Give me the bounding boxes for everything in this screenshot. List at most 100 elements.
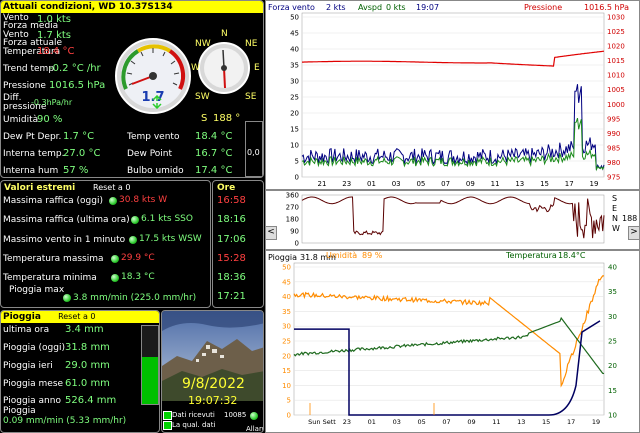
rain-y-tick-label: 0 — [287, 412, 291, 420]
trend-arrows-icon — [152, 95, 162, 109]
wet-bulb-value: 17.4 °C — [195, 165, 233, 176]
wind-pressure-chart-panel: Forza vento 2 kts Avspd 0 kts 19:07 Pres… — [265, 0, 640, 190]
pressure-y-tick-label: 980 — [607, 159, 620, 167]
rain-y-tick-label: 5 — [287, 397, 291, 405]
pressure-y-tick-label: 1025 — [607, 28, 625, 36]
extremes-label-1: Massima raffica (ultima ora) — [3, 215, 130, 225]
temp-trend-value: -0.2 °C /hr — [49, 63, 101, 74]
rain-reset[interactable]: Reset a 0 — [58, 312, 95, 321]
pressure-y-tick-label: 995 — [607, 115, 620, 123]
rain-x-tick-label: 09 — [467, 418, 475, 426]
rain-x-tick-label: 03 — [393, 418, 401, 426]
dir-y-tick-label: 90 — [290, 228, 299, 236]
temp-y-tick-label: 20 — [608, 362, 617, 370]
wind-y-tick-label: 45 — [290, 30, 299, 38]
data-quality-label: La qual. dati — [172, 421, 216, 429]
extremes-reset[interactable]: Reset a 0 — [93, 183, 130, 193]
pressure-y-tick-label: 985 — [607, 144, 620, 152]
direction-chart-panel: 0 90 180 270 360 S E N W 188 — [265, 190, 640, 250]
inside-temp-label: Interna temp. — [3, 149, 65, 159]
rain-title: Pioggia — [3, 312, 41, 322]
rain-label-1: Pioggia (oggi) — [3, 343, 65, 353]
compass-se: SE — [245, 92, 257, 102]
rain-x-tick-label: 19 — [592, 418, 600, 426]
dir-letter-n: N — [612, 214, 618, 223]
nav-right-button[interactable]: > — [628, 226, 640, 240]
wind-x-tick-label: 01 — [367, 180, 376, 188]
current-conditions-panel: Attuali condizioni, WD 10.37S134 Vento F… — [0, 0, 264, 178]
nav-left-button[interactable]: < — [265, 226, 277, 240]
extremes-label-4: Temperatura minima — [3, 273, 97, 283]
rain-level-bar — [141, 325, 159, 405]
wind-x-tick-label: 19 — [590, 180, 599, 188]
wind-y-tick-label: 40 — [290, 46, 299, 54]
data-quality-led — [163, 421, 172, 430]
wind-dir-degrees: 188 ° — [213, 113, 241, 124]
wind-y-tick-label: 5 — [295, 158, 299, 166]
extremes-title: Valori estremi — [4, 183, 76, 193]
rain-value-4: 526.4 mm — [65, 395, 117, 406]
wind-x-tick-label: 23 — [342, 180, 351, 188]
pressure-y-tick-label: 975 — [607, 174, 620, 182]
data-received-count: 10085 — [224, 411, 247, 419]
wind-avg-value: 1.0 kts — [37, 14, 72, 25]
alarm-led[interactable] — [250, 412, 258, 420]
time-0: 16:58 — [217, 195, 246, 206]
dew-point-value: 16.7 °C — [195, 148, 233, 159]
pressure-y-tick-label: 1005 — [607, 86, 625, 94]
wind-y-tick-label: 0 — [295, 174, 299, 182]
wind-x-tick-label: 05 — [416, 180, 425, 188]
inside-hum-label: Interna hum — [3, 166, 59, 176]
wind-current-value: 1.7 kts — [37, 30, 72, 41]
wind-x-tick-label: 07 — [441, 180, 450, 188]
temp-y-tick-label: 35 — [608, 288, 617, 296]
extremes-value-0: 30.8 kts W — [119, 195, 168, 205]
dir-y-tick-label: 270 — [286, 204, 299, 212]
rain-x-tick-label: 23 — [343, 418, 351, 426]
temp-y-tick-label: 10 — [608, 412, 617, 420]
data-received-label: Dati ricevuti — [172, 411, 215, 419]
rain-x-tick-label: 01 — [368, 418, 376, 426]
rain-value-3: 61.0 mm — [65, 378, 110, 389]
extremes-label-5: Pioggia max — [9, 285, 65, 295]
wind-y-tick-label: 25 — [290, 94, 299, 102]
dir-y-tick-label: 180 — [286, 216, 299, 224]
rain-y-tick-label: 35 — [282, 308, 291, 316]
rain-label-4: Pioggia anno — [3, 396, 61, 406]
extremes-value-4: 18.3 °C — [121, 272, 155, 282]
extremes-label-3: Temperatura massima — [3, 254, 104, 264]
rain-value-2: 29.0 mm — [65, 360, 110, 371]
wet-bulb-label: Bulbo umido — [127, 166, 184, 176]
rain-label-0: ultima ora — [3, 325, 50, 335]
time-4: 18:36 — [217, 272, 246, 283]
rain-y-tick-label: 50 — [282, 264, 291, 272]
rain-x-tick-label: Sun Sett — [308, 418, 336, 426]
rain-y-tick-label: 20 — [282, 352, 291, 360]
pressure-y-tick-label: 1010 — [607, 72, 625, 80]
wind-y-tick-label: 35 — [290, 62, 299, 70]
pressure-diff-value: -0.3hPa/hr — [31, 98, 73, 107]
dir-y-tick-label: 360 — [286, 192, 299, 200]
dew-point-label: Dew Point — [127, 149, 173, 159]
time-3: 15:28 — [217, 253, 246, 264]
wind-chill-label: Temp vento — [127, 132, 180, 142]
wind-direction-chart: 0 90 180 270 360 — [286, 192, 605, 248]
rain-x-tick-label: 15 — [542, 418, 550, 426]
inside-hum-value: 57 % — [63, 165, 89, 176]
pressure-label: Pressione — [3, 81, 46, 91]
dewpt-depr-value: 1.7 °C — [63, 131, 95, 142]
current-conditions-title: Attuali condizioni, WD 10.37S134 — [1, 1, 263, 13]
wind-y-tick-label: 15 — [290, 126, 299, 134]
rain-x-tick-label: 11 — [492, 418, 500, 426]
rain-y-tick-label: 10 — [282, 382, 291, 390]
extremes-label-2: Massimo vento in 1 minuto — [3, 235, 126, 245]
dir-letter-s: S — [612, 194, 618, 203]
temp-y-tick-label: 40 — [608, 264, 617, 272]
extremes-led-1 — [131, 216, 139, 224]
wind-x-tick-label: 11 — [491, 180, 500, 188]
wind-x-tick-label: 17 — [565, 180, 574, 188]
rain-x-tick-label: 07 — [442, 418, 450, 426]
extremes-value-2: 17.5 kts WSW — [139, 234, 202, 244]
rain-y-tick-label: 15 — [282, 367, 291, 375]
rain-label-3: Pioggia mese — [3, 379, 64, 389]
